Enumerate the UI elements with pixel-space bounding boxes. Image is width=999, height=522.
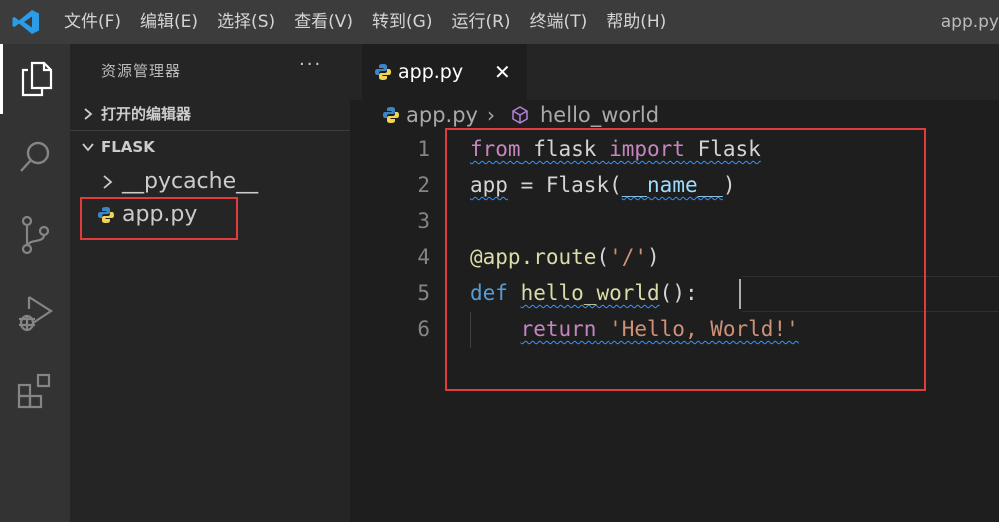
highlight-box-code	[445, 128, 926, 391]
chevron-right-icon	[84, 108, 93, 120]
menu-help[interactable]: 帮助(H)	[606, 0, 666, 44]
menu-selection[interactable]: 选择(S)	[217, 0, 275, 44]
breadcrumb-separator: ›	[487, 103, 495, 127]
line-number: 2	[417, 173, 430, 197]
tree-item-pycache[interactable]: __pycache__	[70, 166, 350, 198]
extensions-icon[interactable]	[0, 356, 70, 426]
chevron-down-icon	[82, 143, 94, 152]
menu-terminal[interactable]: 终端(T)	[530, 0, 588, 44]
activity-bar	[0, 44, 70, 522]
breadcrumb: app.py › hello_world	[350, 100, 999, 130]
more-actions-icon[interactable]: ···	[299, 54, 322, 75]
line-number: 6	[417, 317, 430, 341]
python-file-icon	[383, 107, 399, 123]
close-icon[interactable]: ✕	[494, 44, 511, 100]
search-icon[interactable]	[0, 122, 70, 192]
editor-tabs: app.py ✕	[350, 44, 999, 100]
python-file-icon	[375, 64, 391, 80]
tree-item-label: __pycache__	[122, 169, 259, 194]
section-divider	[70, 130, 350, 131]
folder-label: FLASK	[101, 138, 155, 156]
source-control-icon[interactable]	[0, 200, 70, 270]
tab-label: app.py	[398, 61, 464, 83]
breadcrumb-file[interactable]: app.py	[406, 100, 478, 130]
folder-section-flask[interactable]: FLASK	[70, 132, 350, 162]
open-editors-label: 打开的编辑器	[101, 105, 192, 123]
menu-edit[interactable]: 编辑(E)	[140, 0, 198, 44]
run-debug-icon[interactable]	[0, 278, 70, 348]
line-number: 1	[417, 137, 430, 161]
line-number: 3	[417, 209, 430, 233]
menu-run[interactable]: 运行(R)	[451, 0, 510, 44]
vscode-logo-icon	[12, 10, 39, 34]
open-editors-section[interactable]: 打开的编辑器	[70, 99, 350, 129]
menu-file[interactable]: 文件(F)	[64, 0, 121, 44]
line-number: 4	[417, 245, 430, 269]
tab-app-py[interactable]: app.py ✕	[362, 44, 527, 100]
line-number: 5	[417, 281, 430, 305]
explorer-sidebar: 资源管理器 ··· 打开的编辑器 FLASK __pycache__ app.p…	[70, 44, 350, 522]
sidebar-title: 资源管理器	[101, 62, 182, 80]
window-title: app.py	[940, 12, 999, 32]
title-bar: 文件(F) 编辑(E) 选择(S) 查看(V) 转到(G) 运行(R) 终端(T…	[0, 0, 999, 44]
breadcrumb-symbol[interactable]: hello_world	[540, 100, 659, 130]
highlight-box-file	[80, 197, 238, 240]
menu-view[interactable]: 查看(V)	[294, 0, 353, 44]
explorer-icon[interactable]	[0, 44, 70, 114]
menu-bar: 文件(F) 编辑(E) 选择(S) 查看(V) 转到(G) 运行(R) 终端(T…	[64, 0, 685, 44]
chevron-right-icon	[103, 175, 113, 189]
method-cube-icon	[512, 106, 528, 124]
menu-go[interactable]: 转到(G)	[372, 0, 432, 44]
